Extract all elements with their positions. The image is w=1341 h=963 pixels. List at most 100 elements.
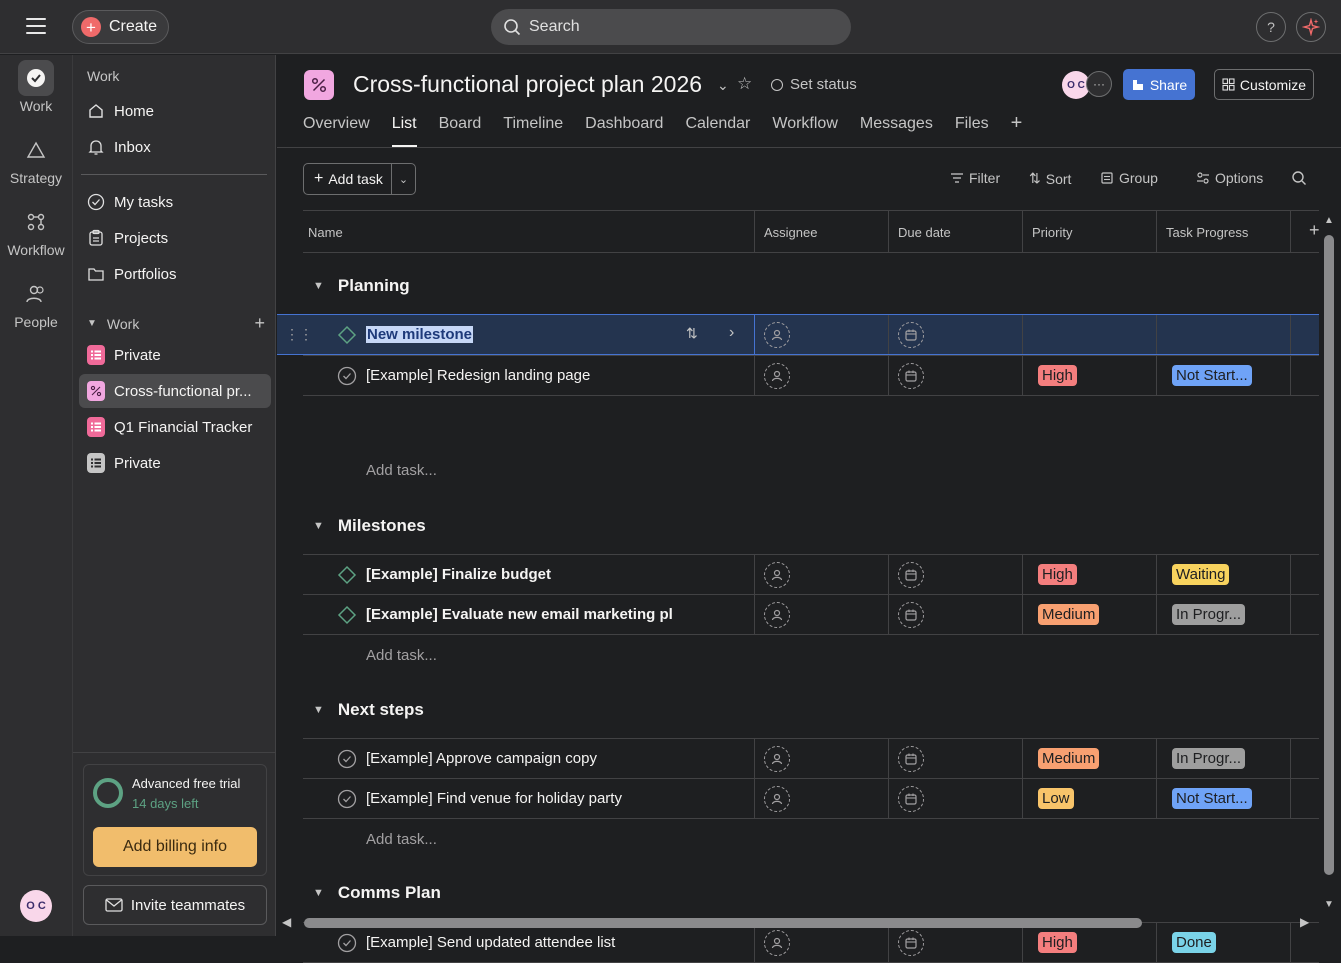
drag-handle-icon[interactable]: ⋮⋮: [285, 326, 313, 343]
priority-cell[interactable]: High: [1038, 356, 1077, 395]
due-date-cell[interactable]: [898, 555, 924, 594]
column-header-name[interactable]: Name: [308, 225, 343, 240]
task-name[interactable]: [Example] Finalize budget: [366, 566, 551, 583]
add-billing-button[interactable]: Add billing info: [93, 827, 257, 867]
task-name[interactable]: [Example] Redesign landing page: [366, 367, 590, 384]
task-name-cell[interactable]: [Example] Finalize budget: [337, 555, 551, 594]
vertical-scrollbar[interactable]: ▲ ▼: [1321, 213, 1337, 913]
table-row[interactable]: [Example] Evaluate new email marketing p…: [303, 594, 1319, 635]
star-icon[interactable]: ☆: [737, 74, 752, 94]
sidebar-item-portfolios[interactable]: Portfolios: [79, 257, 271, 291]
task-name-cell[interactable]: [Example] Find venue for holiday party: [337, 779, 622, 818]
subtask-icon[interactable]: ⇅: [686, 325, 698, 342]
task-name[interactable]: New milestone: [366, 326, 474, 343]
complete-check-icon[interactable]: [337, 789, 357, 809]
add-task-button[interactable]: + Add task ⌄: [303, 163, 416, 195]
column-header-due-date[interactable]: Due date: [898, 225, 951, 240]
search-tasks-icon[interactable]: [1291, 170, 1307, 186]
task-name-cell[interactable]: [Example] Redesign landing page: [337, 356, 590, 395]
add-task-inline[interactable]: Add task...: [366, 647, 437, 664]
sidebar-item-home[interactable]: Home: [79, 94, 271, 128]
sidebar-item-my-tasks[interactable]: My tasks: [79, 185, 271, 219]
assignee-cell[interactable]: [764, 779, 790, 818]
due-date-cell[interactable]: [898, 595, 924, 634]
caret-down-icon[interactable]: ▼: [313, 887, 324, 899]
progress-cell[interactable]: In Progr...: [1172, 739, 1246, 778]
ai-sparkle-button[interactable]: [1296, 12, 1326, 42]
rail-item-people[interactable]: People: [0, 276, 72, 330]
hamburger-menu-icon[interactable]: [26, 18, 46, 34]
progress-cell[interactable]: Not Start...: [1172, 356, 1252, 395]
add-project-icon[interactable]: +: [254, 313, 265, 334]
rail-item-strategy[interactable]: Strategy: [0, 132, 72, 186]
milestone-diamond-icon[interactable]: [337, 565, 357, 585]
sort-button[interactable]: ⇅ Sort: [1029, 170, 1071, 187]
group-button[interactable]: Group: [1101, 170, 1158, 186]
priority-cell[interactable]: Low: [1038, 779, 1074, 818]
tab-overview[interactable]: Overview: [303, 115, 370, 147]
table-row[interactable]: [Example] Finalize budget High Waiting: [303, 554, 1319, 595]
complete-check-icon[interactable]: [337, 366, 357, 386]
tab-workflow[interactable]: Workflow: [772, 115, 838, 147]
assignee-cell[interactable]: [764, 595, 790, 634]
scroll-down-arrow-icon[interactable]: ▼: [1324, 899, 1334, 910]
add-task-dropdown-icon[interactable]: ⌄: [392, 173, 415, 186]
customize-button[interactable]: Customize: [1214, 69, 1314, 100]
set-status-button[interactable]: Set status: [771, 76, 857, 93]
progress-cell[interactable]: In Progr...: [1172, 595, 1246, 634]
project-icon[interactable]: [304, 70, 334, 100]
table-row[interactable]: [Example] Redesign landing page High Not…: [303, 355, 1319, 396]
create-button[interactable]: + Create: [72, 10, 169, 44]
table-row[interactable]: ⋮⋮ New milestone ⇅ ›: [277, 314, 1319, 355]
scrollbar-thumb[interactable]: [1324, 235, 1334, 875]
assignee-cell[interactable]: [764, 315, 790, 354]
tab-dashboard[interactable]: Dashboard: [585, 115, 663, 147]
sidebar-item-projects[interactable]: Projects: [79, 221, 271, 255]
sidebar-section-work[interactable]: ▼ Work +: [87, 313, 265, 334]
column-header-assignee[interactable]: Assignee: [764, 225, 817, 240]
task-name[interactable]: [Example] Approve campaign copy: [366, 750, 597, 767]
scroll-right-arrow-icon[interactable]: ▶: [1300, 915, 1309, 929]
section-header[interactable]: ▼ Planning: [303, 264, 1319, 308]
caret-down-icon[interactable]: ▼: [313, 280, 324, 292]
assignee-cell[interactable]: [764, 739, 790, 778]
options-button[interactable]: Options: [1196, 170, 1263, 186]
table-row[interactable]: [Example] Approve campaign copy Medium I…: [303, 738, 1319, 779]
user-avatar[interactable]: O C: [20, 890, 52, 922]
tab-files[interactable]: Files: [955, 115, 989, 147]
task-name-cell[interactable]: [Example] Approve campaign copy: [337, 739, 597, 778]
complete-check-icon[interactable]: [337, 749, 357, 769]
milestone-diamond-icon[interactable]: [337, 605, 357, 625]
sidebar-project-q1-financial[interactable]: Q1 Financial Tracker: [79, 410, 271, 444]
column-header-priority[interactable]: Priority: [1032, 225, 1072, 240]
tab-messages[interactable]: Messages: [860, 115, 933, 147]
rail-item-work[interactable]: Work: [0, 60, 72, 114]
priority-cell[interactable]: High: [1038, 555, 1077, 594]
progress-cell[interactable]: Waiting: [1172, 555, 1230, 594]
sidebar-project-private[interactable]: Private: [79, 338, 271, 372]
sidebar-item-inbox[interactable]: Inbox: [79, 130, 271, 164]
filter-button[interactable]: Filter: [950, 170, 1000, 186]
task-name-cell[interactable]: New milestone: [337, 315, 474, 354]
add-task-inline[interactable]: Add task...: [366, 462, 437, 479]
invite-teammates-button[interactable]: Invite teammates: [83, 885, 267, 925]
section-header[interactable]: ▼ Milestones: [303, 504, 1319, 548]
section-header[interactable]: ▼ Next steps: [303, 688, 1319, 732]
task-name-cell[interactable]: [Example] Evaluate new email marketing p…: [337, 595, 673, 634]
due-date-cell[interactable]: [898, 779, 924, 818]
caret-down-icon[interactable]: ▼: [313, 520, 324, 532]
task-name[interactable]: [Example] Send updated attendee list: [366, 934, 615, 951]
priority-cell[interactable]: Medium: [1038, 595, 1100, 634]
assignee-cell[interactable]: [764, 356, 790, 395]
milestone-diamond-icon[interactable]: [337, 325, 357, 345]
due-date-cell[interactable]: [898, 739, 924, 778]
sidebar-project-cross-functional[interactable]: Cross-functional pr...: [79, 374, 271, 408]
tab-calendar[interactable]: Calendar: [685, 115, 750, 147]
section-header[interactable]: ▼ Comms Plan: [303, 871, 1319, 915]
tab-board[interactable]: Board: [439, 115, 482, 147]
due-date-cell[interactable]: [898, 315, 924, 354]
add-tab-plus-icon[interactable]: +: [1011, 113, 1023, 147]
sidebar-project-private-2[interactable]: Private: [79, 446, 271, 480]
due-date-cell[interactable]: [898, 356, 924, 395]
task-name[interactable]: [Example] Find venue for holiday party: [366, 790, 622, 807]
